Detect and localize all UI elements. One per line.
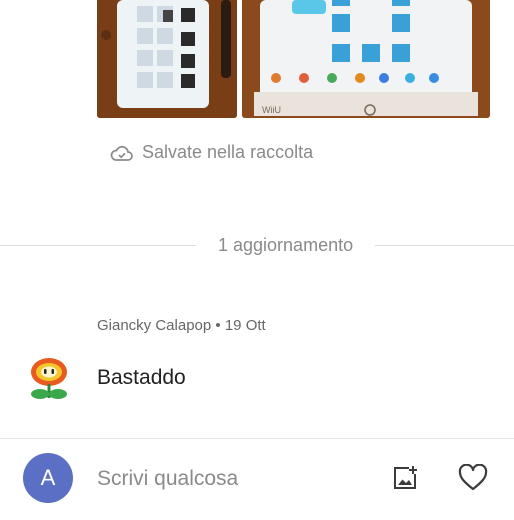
updates-label: 1 aggiornamento: [218, 234, 354, 255]
photo-image-1: [97, 0, 237, 118]
saved-to-collection-button[interactable]: Salvate nella raccolta: [110, 142, 313, 163]
saved-label: Salvate nella raccolta: [142, 142, 314, 162]
comment-meta: Giancky Calapop • 19 Ott: [97, 317, 266, 334]
fire-flower-icon: [27, 356, 71, 402]
user-avatar[interactable]: A: [23, 453, 73, 503]
meta-separator: •: [215, 317, 221, 334]
cloud-check-icon: [110, 145, 133, 161]
comment-date: 19 Ott: [224, 317, 266, 334]
divider-line-right: [375, 244, 514, 246]
photo-thumbnail-2[interactable]: WiiU: [242, 0, 490, 118]
photo-image-2: WiiU: [242, 0, 490, 118]
photo-thumbnail-1[interactable]: [97, 0, 237, 118]
comment-text: Bastaddo: [97, 366, 186, 389]
updates-divider: 1 aggiornamento: [0, 232, 514, 258]
comment-author: Giancky Calapop: [97, 317, 212, 334]
photo-2-logo: WiiU: [262, 105, 281, 115]
like-button[interactable]: [458, 463, 488, 493]
divider-line-left: [0, 244, 196, 246]
add-image-icon: [394, 466, 417, 489]
heart-outline-icon: [458, 464, 488, 491]
add-image-button[interactable]: [390, 463, 420, 493]
comment-composer: A Scrivi qualcosa: [0, 439, 514, 520]
compose-input[interactable]: Scrivi qualcosa: [97, 467, 238, 491]
